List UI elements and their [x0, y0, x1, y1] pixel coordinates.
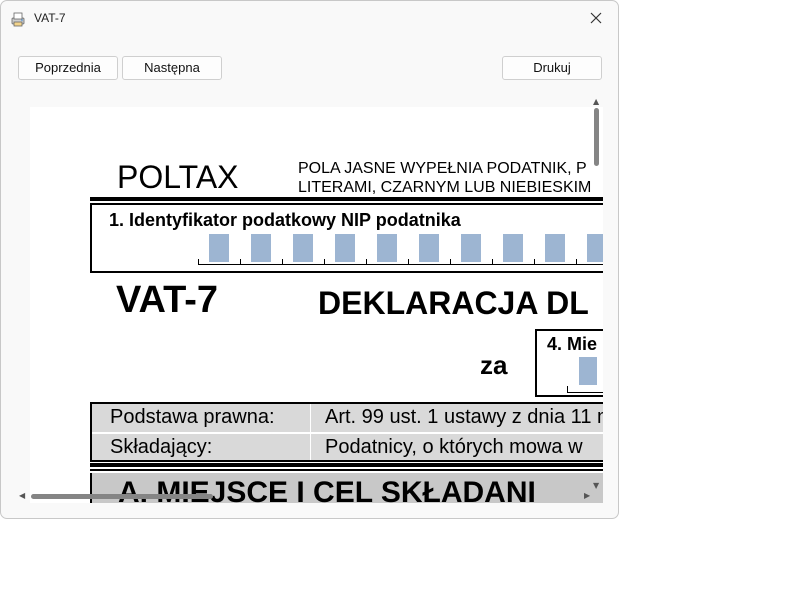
print-button[interactable]: Drukuj [502, 56, 602, 80]
nip-field-box: 1. Identyfikator podatkowy NIP podatnika [90, 203, 603, 273]
header-instructions: POLA JASNE WYPEŁNIA PODATNIK, P LITERAMI… [298, 159, 591, 197]
scroll-left-icon[interactable]: ◀ [19, 491, 25, 500]
dialog-window: VAT-7 Poprzednia Następna Drukuj POLTAX … [0, 0, 619, 519]
nip-tick [240, 259, 241, 265]
legal-info-table: Podstawa prawna: Art. 99 ust. 1 ustawy z… [90, 402, 603, 462]
form-viewport[interactable]: POLTAX POLA JASNE WYPEŁNIA PODATNIK, P L… [30, 107, 603, 503]
section-rule-top [90, 463, 603, 467]
nip-tick [534, 259, 535, 265]
nip-tick [450, 259, 451, 265]
nip-tick [492, 259, 493, 265]
header-instructions-line2: LITERAMI, CZARNYM LUB NIEBIESKIM [298, 179, 592, 196]
close-icon [590, 12, 602, 24]
legal-basis-label: Podstawa prawna: [110, 406, 275, 428]
header-instructions-line1: POLA JASNE WYPEŁNIA PODATNIK, P [298, 160, 587, 177]
period-prefix: za [480, 350, 508, 380]
nip-digit-cell[interactable] [503, 234, 523, 262]
nip-tick [282, 259, 283, 265]
nip-digit-cell[interactable] [461, 234, 481, 262]
nip-digit-cell[interactable] [545, 234, 565, 262]
nip-tick [408, 259, 409, 265]
poltax-brand: POLTAX [117, 159, 239, 195]
horizontal-scroll-thumb[interactable] [31, 494, 213, 499]
nip-digit-cell[interactable] [251, 234, 271, 262]
printer-app-icon [11, 12, 25, 27]
header-rule [90, 197, 603, 201]
nip-tick [198, 259, 199, 265]
legal-row-divider [92, 432, 603, 434]
nip-digit-cell[interactable] [335, 234, 355, 262]
form-title: DEKLARACJA DL [318, 285, 589, 321]
filer-label: Składający: [110, 436, 213, 458]
next-button[interactable]: Następna [122, 56, 222, 80]
nip-tick [324, 259, 325, 265]
vat7-form-page: POLTAX POLA JASNE WYPEŁNIA PODATNIK, P L… [30, 107, 603, 503]
vertical-scroll-thumb[interactable] [594, 108, 599, 166]
nip-digit-cell[interactable] [377, 234, 397, 262]
filer-value: Podatnicy, o których mowa w [325, 436, 583, 458]
nip-label: 1. Identyfikator podatkowy NIP podatnika [109, 210, 461, 230]
scroll-down-icon[interactable]: ▼ [593, 481, 599, 490]
nip-baseline [198, 264, 603, 265]
window-title: VAT-7 [34, 11, 66, 25]
close-button[interactable] [584, 7, 608, 29]
nip-digit-cell[interactable] [209, 234, 229, 262]
vertical-scrollbar[interactable]: ▲ ▼ [592, 97, 602, 495]
previous-button[interactable]: Poprzednia [18, 56, 118, 80]
nip-tick [366, 259, 367, 265]
legal-basis-value: Art. 99 ust. 1 ustawy z dnia 11 ma [325, 406, 603, 428]
nip-tick [576, 259, 577, 265]
horizontal-scrollbar[interactable]: ◀ ▶ [19, 491, 592, 503]
form-code: VAT-7 [116, 279, 219, 321]
nip-digit-cell[interactable] [419, 234, 439, 262]
nip-digit-cell[interactable] [293, 234, 313, 262]
section-rule-bottom [90, 469, 603, 471]
scroll-up-icon[interactable]: ▲ [593, 97, 599, 106]
title-bar[interactable]: VAT-7 [1, 1, 618, 35]
month-field-label: 4. Mie [547, 334, 598, 354]
scroll-right-icon[interactable]: ▶ [584, 491, 590, 500]
